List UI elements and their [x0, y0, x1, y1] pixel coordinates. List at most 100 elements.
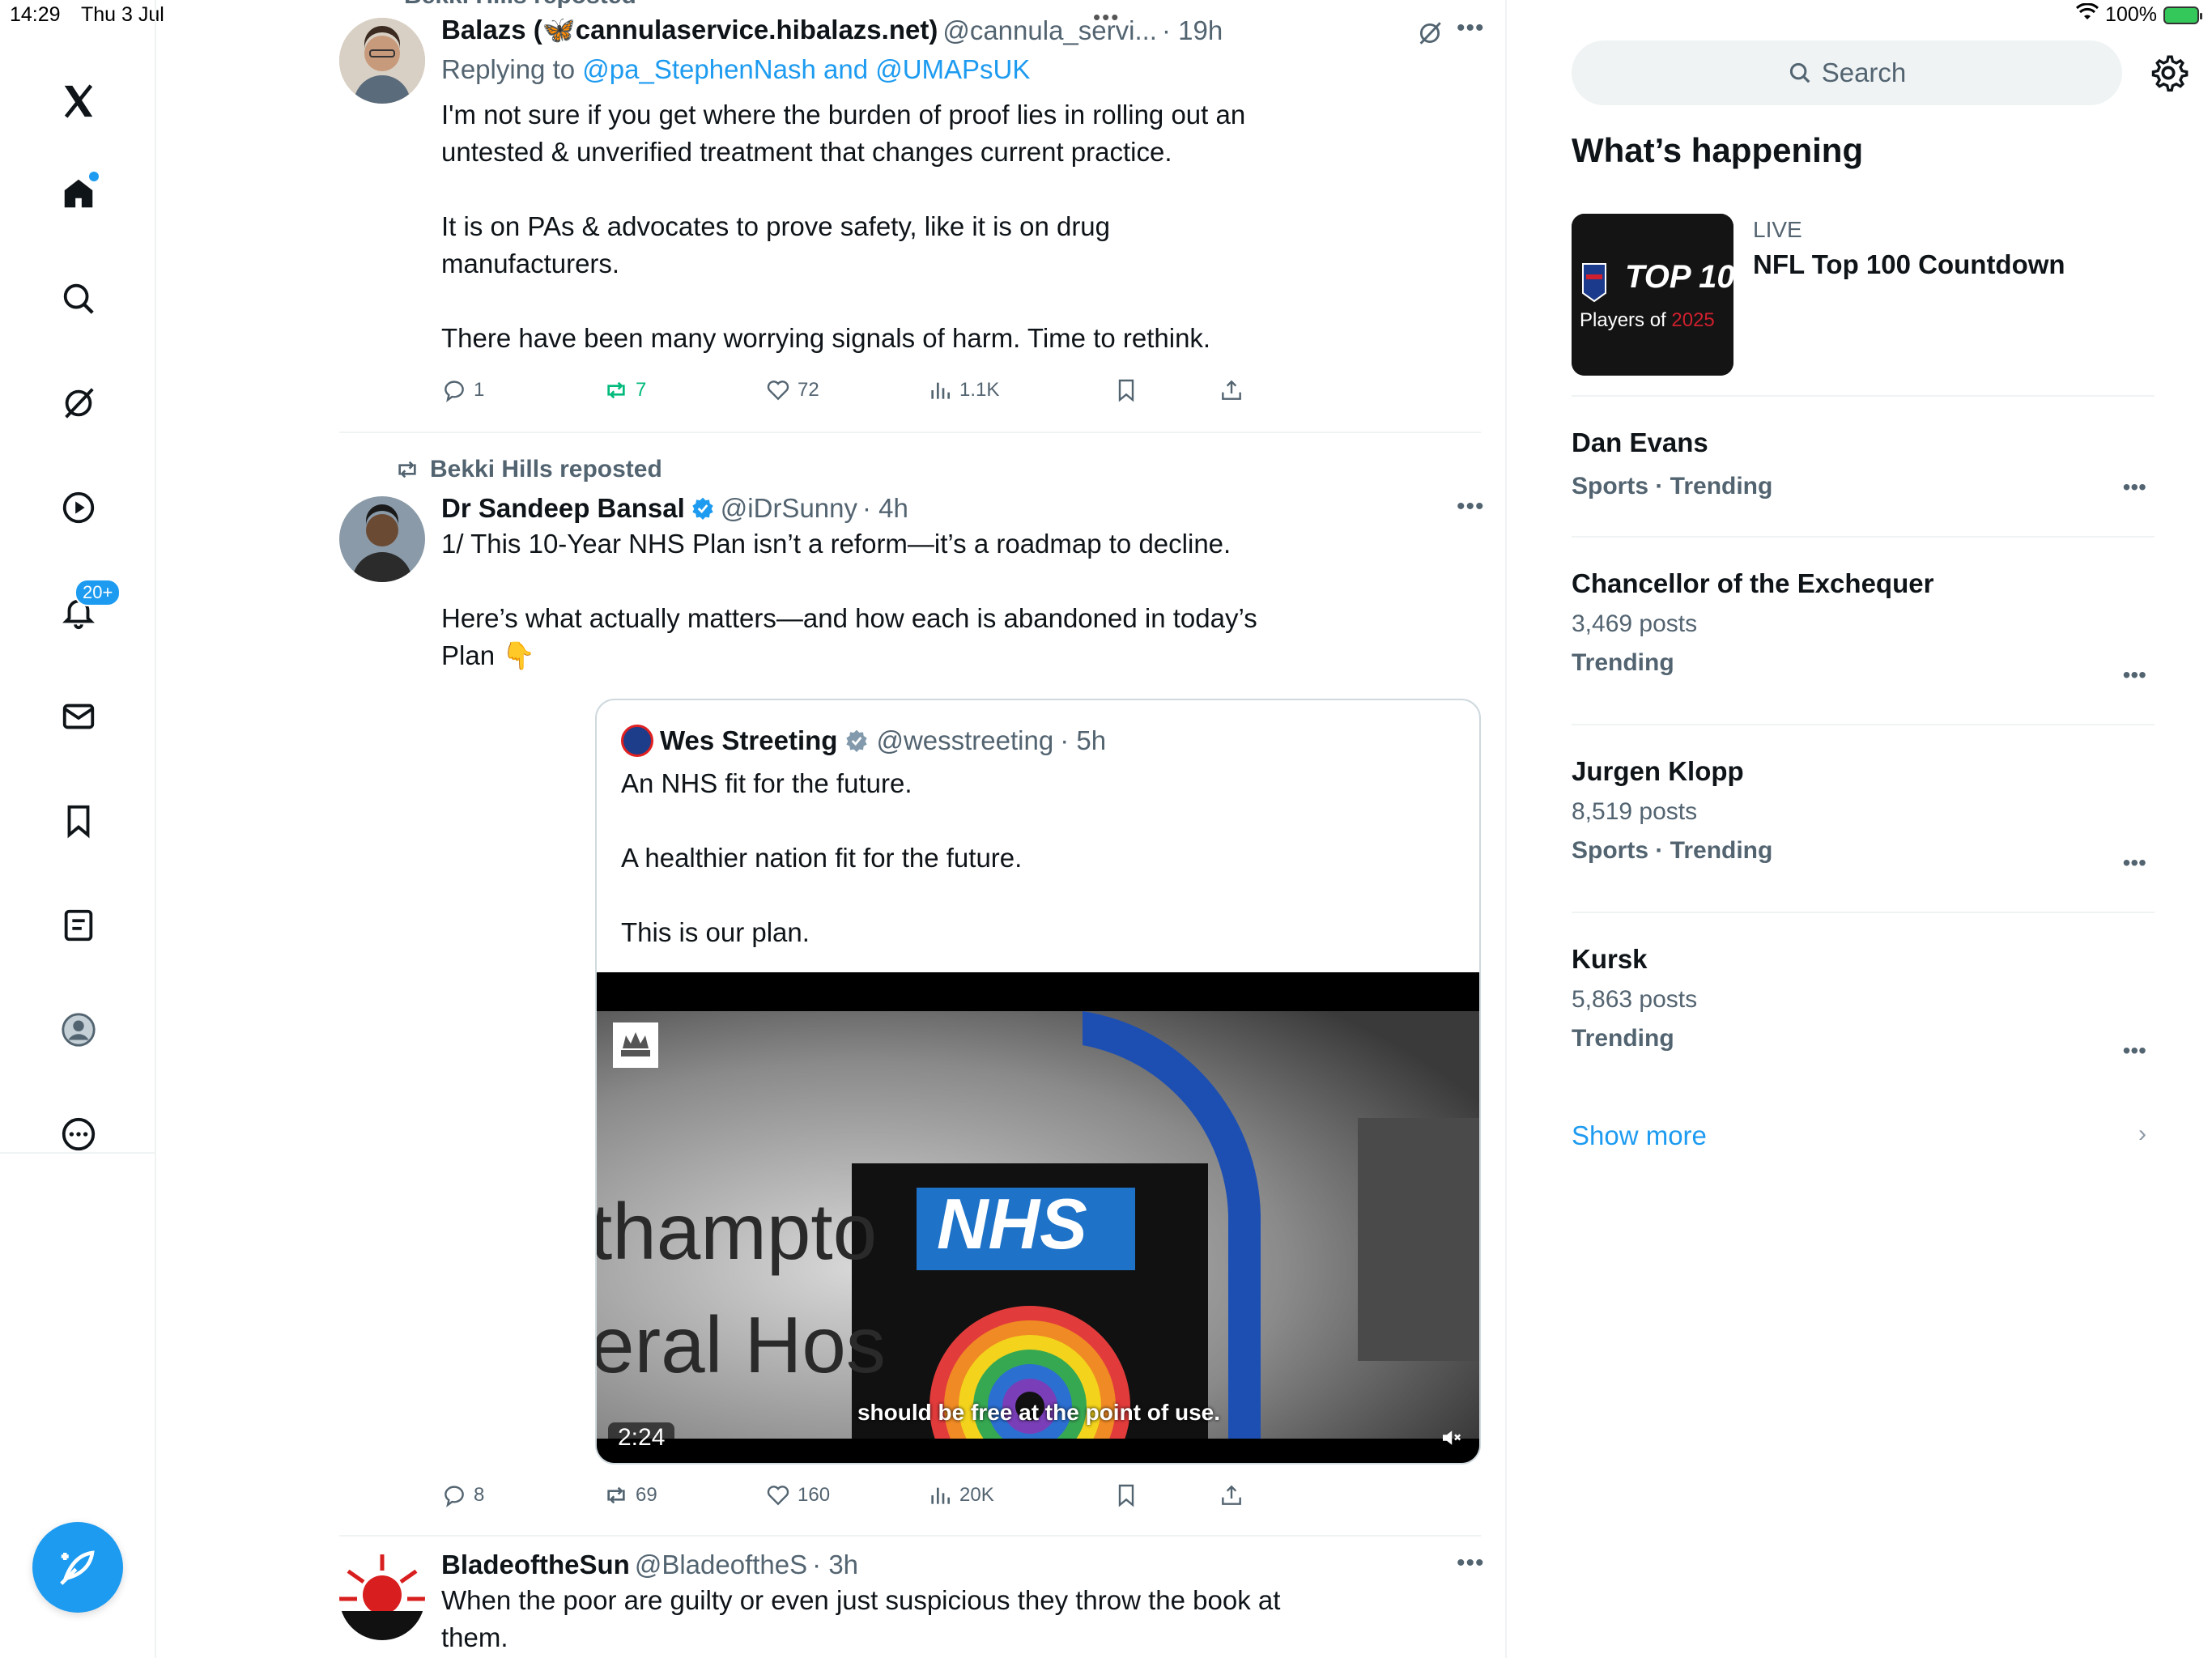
government-verified-badge-icon [846, 729, 868, 752]
lists-icon[interactable] [50, 897, 107, 954]
quote-header: Wes Streeting @wesstreeting · 5h [621, 725, 1106, 757]
video-player[interactable]: thampto eral Hos NHS should be free at t… [595, 972, 1479, 1463]
show-more-link[interactable]: Show more › [1572, 1120, 2155, 1161]
reply-prefix: Replying to [441, 54, 576, 84]
like-count: 160 [798, 1484, 831, 1506]
reply-count: 1 [474, 379, 485, 401]
tweet-header: BladeoftheSun @BladeoftheS · 3h [441, 1550, 1332, 1580]
trend-name: Jurgen Klopp [1572, 756, 1744, 786]
x-logo-icon[interactable] [50, 73, 107, 130]
views-icon [931, 1487, 950, 1504]
grok-icon[interactable] [50, 375, 107, 432]
heart-icon [767, 380, 789, 401]
trend-more-icon[interactable]: ••• [2123, 474, 2146, 500]
trend-name: Dan Evans [1572, 427, 1708, 457]
author-name[interactable]: Dr Sandeep Bansal [441, 493, 685, 524]
grok-analyze-icon[interactable] [1416, 19, 1444, 51]
sidebar: 20+ [0, 0, 156, 1658]
profile-icon[interactable] [50, 1001, 107, 1058]
trend-item[interactable]: Jurgen Klopp 8,519 posts Sports · Trendi… [1572, 756, 2155, 886]
mute-icon[interactable] [1439, 1426, 1463, 1454]
trend-meta: Sports · Trending [1572, 837, 1773, 864]
views-button[interactable]: 1.1K [927, 377, 999, 403]
repost-button[interactable]: 7 [603, 377, 646, 403]
tweet-time[interactable]: · 4h [862, 493, 908, 524]
reply-button[interactable]: 1 [441, 377, 484, 403]
live-label: LIVE [1753, 217, 1802, 242]
trend-item[interactable]: Dan Evans Sports · Trending ••• [1572, 427, 2155, 517]
search-icon[interactable] [50, 270, 107, 327]
repost-count: 69 [636, 1484, 657, 1506]
tweet-header: Balazs (🦋cannulaservice.hibalazs.net) @c… [441, 15, 1332, 46]
timeline-feed: Bekki Hills reposted Balazs (🦋cannulaser… [156, 0, 1507, 1658]
views-button[interactable]: 20K [927, 1482, 994, 1508]
bookmarks-icon[interactable] [50, 793, 107, 849]
thumbnail-subtitle: Players of 2025 [1580, 309, 1715, 332]
avatar[interactable] [339, 1554, 425, 1640]
messages-icon[interactable] [50, 688, 107, 745]
compose-button[interactable] [32, 1522, 123, 1613]
bookmark-button[interactable] [1113, 1482, 1139, 1508]
tweet-text: When the poor are guilty or even just su… [441, 1585, 1281, 1652]
live-event-card[interactable]: TOP 100 Players of 2025 LIVE NFL Top 100… [1572, 214, 2155, 376]
home-unread-dot [89, 172, 99, 181]
avatar[interactable] [339, 496, 425, 582]
heart-icon [767, 1486, 789, 1506]
trend-more-icon[interactable]: ••• [2123, 662, 2146, 688]
repost-icon [607, 1486, 625, 1504]
tweet-actions: 1 7 72 1.1K [441, 377, 1267, 410]
video-icon[interactable] [50, 479, 107, 536]
trend-more-icon[interactable]: ••• [2123, 850, 2146, 876]
quote-avatar[interactable] [621, 725, 653, 757]
more-options-icon[interactable]: ••• [1457, 1550, 1485, 1577]
reply-to-link[interactable]: @pa_StephenNash and @UMAPsUK [582, 54, 1030, 84]
repost-button[interactable]: 69 [603, 1482, 657, 1508]
quote-author-handle[interactable]: @wesstreeting [876, 725, 1053, 756]
author-handle[interactable]: @iDrSunny [721, 493, 857, 524]
avatar[interactable] [339, 18, 425, 104]
author-name[interactable]: Balazs (🦋cannulaservice.hibalazs.net) [441, 15, 938, 46]
repost-icon [398, 461, 416, 478]
trend-meta: Trending [1572, 1025, 1674, 1052]
video-sign-line-1: thampto [595, 1187, 878, 1276]
tweet-time[interactable]: · 3h [812, 1550, 858, 1580]
like-button[interactable]: 72 [765, 377, 819, 403]
tweet-header: Dr Sandeep Bansal @iDrSunny · 4h [441, 493, 1332, 524]
bookmark-button[interactable] [1113, 377, 1139, 403]
notifications-icon[interactable]: 20+ [50, 579, 121, 640]
notifications-badge: 20+ [74, 579, 121, 606]
quote-time[interactable]: · 5h [1060, 725, 1106, 756]
trend-divider [1572, 395, 2155, 397]
more-icon[interactable] [50, 1106, 107, 1163]
like-button[interactable]: 160 [765, 1482, 830, 1508]
live-event-title: NFL Top 100 Countdown [1753, 249, 2065, 279]
share-button[interactable] [1219, 377, 1244, 403]
more-options-icon[interactable]: ••• [1457, 15, 1485, 42]
trend-post-count: 8,519 posts [1572, 798, 1698, 825]
view-count: 1.1K [959, 379, 1000, 401]
search-input[interactable]: Search [1572, 40, 2122, 105]
trend-item[interactable]: Kursk 5,863 posts Trending ••• [1572, 944, 2155, 1073]
reply-icon [445, 380, 464, 402]
tweet-actions: 8 69 160 20K [441, 1482, 1267, 1515]
reply-button[interactable]: 8 [441, 1482, 484, 1508]
trend-divider [1572, 536, 2155, 538]
trend-item[interactable]: Chancellor of the Exchequer 3,469 posts … [1572, 568, 2155, 698]
trend-more-icon[interactable]: ••• [2123, 1038, 2146, 1064]
more-options-icon[interactable]: ••• [1457, 493, 1485, 521]
quoted-tweet[interactable]: Wes Streeting @wesstreeting · 5h An NHS … [595, 699, 1481, 1465]
views-icon [931, 382, 950, 399]
trend-meta: Sports · Trending [1572, 473, 1773, 500]
thumbnail-year: 2025 [1671, 309, 1715, 331]
author-handle[interactable]: @BladeoftheS [635, 1550, 807, 1580]
share-button[interactable] [1219, 1482, 1244, 1508]
settings-gear-icon[interactable] [2148, 53, 2189, 93]
tweet-time[interactable]: · 19h [1162, 15, 1223, 46]
like-count: 72 [798, 379, 819, 401]
author-name[interactable]: BladeoftheSun [441, 1550, 630, 1580]
quote-author-name[interactable]: Wes Streeting [660, 725, 837, 756]
compose-feather-icon [60, 1550, 95, 1585]
author-handle[interactable]: @cannula_servi... [942, 15, 1157, 46]
reply-icon [445, 1486, 464, 1507]
home-icon[interactable] [50, 165, 107, 222]
